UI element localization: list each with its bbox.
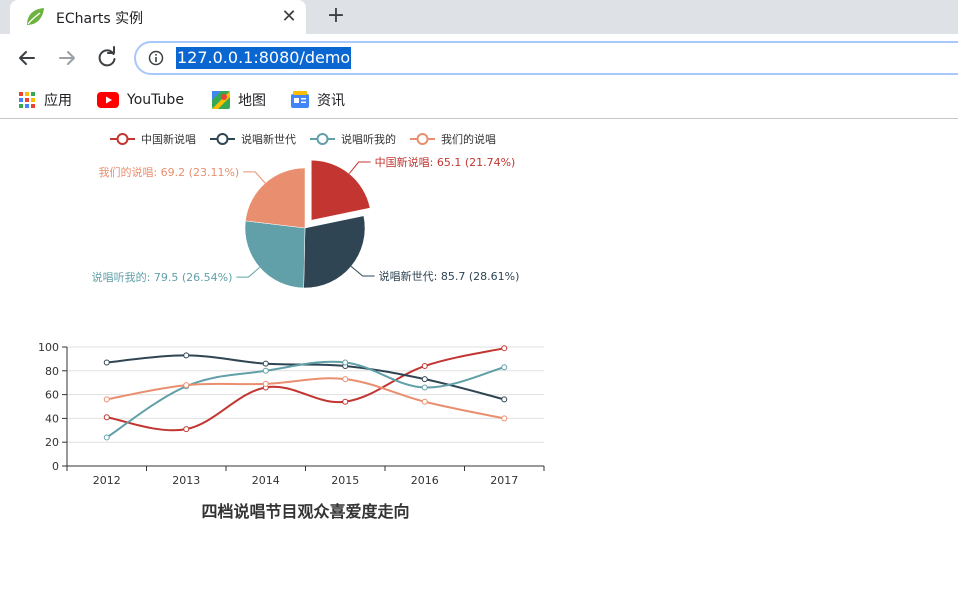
apps-grid-icon	[19, 92, 35, 108]
x-tick-label: 2012	[93, 474, 121, 487]
x-tick-label: 2017	[490, 474, 518, 487]
y-tick-label: 40	[45, 412, 59, 425]
pie-slice[interactable]	[245, 167, 306, 229]
x-tick-label: 2013	[172, 474, 200, 487]
data-point[interactable]	[183, 426, 190, 433]
pie-label: 说唱新世代: 85.7 (28.61%)	[379, 269, 520, 283]
pie-label: 说唱听我的: 79.5 (26.54%)	[92, 270, 233, 284]
legend-label: 中国新说唱	[141, 132, 196, 146]
legend-item[interactable]: 说唱听我的	[310, 132, 396, 146]
legend-marker	[416, 133, 429, 145]
pie-slice[interactable]	[311, 159, 371, 221]
data-point[interactable]	[421, 384, 428, 391]
series-line[interactable]	[106, 360, 505, 439]
legend-item[interactable]: 中国新说唱	[110, 132, 196, 146]
pie-slice[interactable]	[244, 220, 306, 289]
pie-legend: 中国新说唱 说唱新世代 说唱听我的 我们的说唱	[110, 132, 496, 146]
x-tick-label: 2015	[331, 474, 359, 487]
pie-slice[interactable]	[303, 215, 366, 289]
legend-item[interactable]: 说唱新世代	[210, 132, 296, 146]
data-point[interactable]	[501, 345, 508, 352]
line-chart: 0 20 40 60 80 100 2012 2013 2014 2015 2016 2017 四档说唱…	[38, 341, 545, 521]
data-point[interactable]	[262, 360, 269, 367]
spring-leaf-icon	[27, 8, 44, 25]
data-point[interactable]	[501, 396, 508, 403]
y-tick-label: 20	[45, 436, 59, 449]
y-tick-label: 80	[45, 365, 59, 378]
data-point[interactable]	[342, 376, 349, 383]
news-icon	[291, 91, 309, 108]
data-point[interactable]	[342, 359, 349, 366]
data-point[interactable]	[421, 398, 428, 405]
y-tick-label: 100	[38, 341, 59, 354]
reload-icon[interactable]	[93, 44, 121, 72]
chart-title: 四档说唱节目观众喜爱度走向	[201, 502, 409, 521]
data-point[interactable]	[103, 359, 110, 366]
pie-label-line	[243, 171, 266, 184]
y-tick-label: 60	[45, 389, 59, 402]
data-point[interactable]	[262, 367, 269, 374]
data-point[interactable]	[183, 352, 190, 359]
y-tick-label: 0	[52, 460, 59, 473]
legend-marker	[316, 133, 329, 145]
tab-active[interactable]: ECharts 实例 ✕	[10, 0, 306, 34]
legend-label: 我们的说唱	[441, 132, 496, 146]
pie-chart: 中国新说唱: 65.1 (21.74%) 说唱新世代: 85.7 (28.61%)…	[92, 155, 520, 289]
bookmarks-bar: 应用 YouTube 地图 资讯	[0, 82, 958, 119]
legend-marker	[116, 133, 129, 145]
arrow-right-icon[interactable]	[53, 44, 81, 72]
youtube-icon	[97, 92, 119, 108]
tab-title: ECharts 实例	[56, 11, 144, 27]
pie-label-line	[350, 265, 375, 277]
bookmark-youtube[interactable]: YouTube	[97, 89, 184, 111]
x-tick-label: 2016	[411, 474, 439, 487]
data-point[interactable]	[501, 364, 508, 371]
data-point[interactable]	[501, 415, 508, 422]
pie-label: 我们的说唱: 69.2 (23.11%)	[98, 165, 239, 179]
arrow-left-icon[interactable]	[13, 44, 41, 72]
data-point[interactable]	[421, 363, 428, 370]
data-point[interactable]	[421, 376, 428, 383]
legend-label: 说唱听我的	[341, 132, 396, 146]
maps-icon	[212, 91, 230, 109]
info-icon[interactable]	[148, 50, 164, 66]
bookmark-label: 地图	[238, 93, 266, 109]
pie-label-line	[348, 161, 371, 175]
pie-label-line	[236, 266, 261, 278]
x-tick-label: 2014	[252, 474, 280, 487]
data-point[interactable]	[262, 380, 269, 387]
pie-label: 中国新说唱: 65.1 (21.74%)	[375, 155, 516, 169]
legend-label: 说唱新世代	[241, 132, 296, 146]
bookmark-label: YouTube	[127, 92, 184, 108]
echarts-canvas: 中国新说唱 说唱新世代 说唱听我的 我们的说唱 中国新说唱: 65.1 (21.74%…	[38, 132, 545, 521]
new-tab-button[interactable]: +	[322, 2, 350, 30]
tab-close-button[interactable]: ✕	[276, 4, 302, 30]
data-point[interactable]	[103, 396, 110, 403]
data-point[interactable]	[103, 434, 110, 441]
data-point[interactable]	[183, 382, 190, 389]
address-bar[interactable]: 127.0.0.1:8080/demo	[134, 41, 958, 75]
series-line[interactable]	[106, 354, 505, 401]
bookmark-label: 资讯	[317, 93, 345, 109]
data-point[interactable]	[342, 398, 349, 405]
bookmark-apps[interactable]: 应用	[18, 89, 72, 111]
bookmark-label: 应用	[44, 93, 72, 109]
bookmark-maps[interactable]: 地图	[212, 89, 266, 111]
tab-strip: ECharts 实例 ✕ +	[0, 0, 958, 34]
bookmark-news[interactable]: 资讯	[291, 89, 345, 111]
url-text[interactable]: 127.0.0.1:8080/demo	[176, 47, 352, 69]
legend-item[interactable]: 我们的说唱	[410, 132, 496, 146]
legend-marker	[216, 133, 229, 145]
data-point[interactable]	[103, 414, 110, 421]
